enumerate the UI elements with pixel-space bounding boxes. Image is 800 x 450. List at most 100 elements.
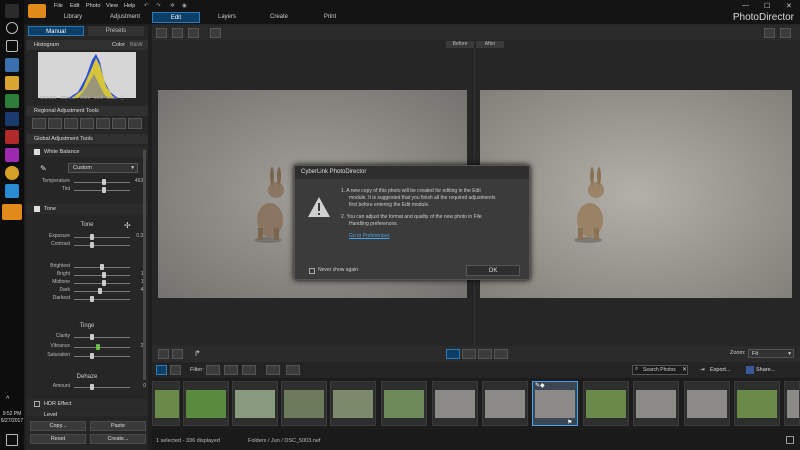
filmstrip-view-icon[interactable] xyxy=(156,365,167,375)
account-icon[interactable]: ◉ xyxy=(182,3,187,9)
white-balance-checkbox[interactable] xyxy=(34,149,40,155)
close-icon[interactable]: ✕ xyxy=(786,2,792,10)
windows-start-icon[interactable] xyxy=(5,4,19,18)
tab-adjustment[interactable]: Adjustment xyxy=(100,12,150,23)
tone-header[interactable]: Tone xyxy=(26,204,148,214)
rotate-icon[interactable]: ↱ xyxy=(194,349,205,359)
tone-checkbox[interactable] xyxy=(34,206,40,212)
menu-view[interactable]: View xyxy=(106,3,118,9)
hdr-checkbox[interactable] xyxy=(34,401,40,407)
bright-slider[interactable]: Bright 11 xyxy=(26,271,148,279)
level-header[interactable]: Level xyxy=(26,410,148,416)
brightest-slider[interactable]: Brightest 0 xyxy=(26,263,148,271)
split-view-icon[interactable] xyxy=(188,28,199,38)
group-icon[interactable] xyxy=(286,365,300,375)
go-to-preferences-link[interactable]: Go to Preferences xyxy=(349,233,390,240)
toggle-mask-icon[interactable] xyxy=(462,349,476,359)
thumbnail-2[interactable] xyxy=(183,381,229,426)
exposure-handle[interactable] xyxy=(90,234,94,240)
saturation-slider[interactable]: Saturation 0 xyxy=(26,352,148,360)
sort-icon[interactable] xyxy=(266,365,280,375)
histogram-bw-option[interactable]: B&W xyxy=(130,40,143,50)
thumbnail-6[interactable] xyxy=(381,381,427,426)
toggle-compare-icon[interactable] xyxy=(446,349,460,359)
minimize-icon[interactable]: — xyxy=(742,2,749,9)
tab-edit[interactable]: Edit xyxy=(152,12,200,23)
menu-edit[interactable]: Edit xyxy=(70,3,79,9)
never-show-again-checkbox[interactable] xyxy=(309,268,315,274)
darkest-slider[interactable]: Darkest 0 xyxy=(26,295,148,303)
clear-search-icon[interactable]: ✕ xyxy=(682,366,687,373)
zoom-icon[interactable] xyxy=(764,28,775,38)
search-photos-input[interactable]: Search Photos xyxy=(632,365,688,375)
thumbnail-14[interactable] xyxy=(784,381,800,426)
menu-help[interactable]: Help xyxy=(124,3,135,9)
create-preset-button[interactable]: Create... xyxy=(90,434,146,444)
bright-handle[interactable] xyxy=(102,272,106,278)
file-explorer-icon[interactable] xyxy=(5,76,19,90)
panel-scrollbar[interactable] xyxy=(143,150,146,380)
dehaze-amount-handle[interactable] xyxy=(90,384,94,390)
clarity-handle[interactable] xyxy=(90,334,94,340)
square-tool-icon[interactable] xyxy=(112,118,126,129)
tab-print[interactable]: Print xyxy=(306,12,354,23)
thumbnail-4[interactable] xyxy=(281,381,327,426)
white-balance-header[interactable]: White Balance xyxy=(26,147,148,157)
global-tools-header[interactable]: Global Adjustment Tools xyxy=(26,134,148,144)
darkest-handle[interactable] xyxy=(90,296,94,302)
midtone-handle[interactable] xyxy=(102,280,106,286)
gradient-tool-icon[interactable] xyxy=(96,118,110,129)
color-filter-icon[interactable] xyxy=(242,365,256,375)
redo-icon[interactable]: ↷ xyxy=(156,3,161,9)
fullscreen-icon[interactable] xyxy=(786,436,794,444)
temperature-slider[interactable]: Temperature 4632 xyxy=(26,178,148,186)
radial-tool-icon[interactable] xyxy=(128,118,142,129)
thumbnail-selected[interactable]: ✎◆ ⚑ xyxy=(532,381,578,426)
eyedropper-icon[interactable]: ✎ xyxy=(40,164,47,173)
list-view-icon[interactable] xyxy=(170,365,181,375)
dehaze-amount-value[interactable]: 0 xyxy=(132,383,146,389)
toggle-clipping-icon[interactable] xyxy=(478,349,492,359)
dark-handle[interactable] xyxy=(98,288,102,294)
dark-slider[interactable]: Dark 41 xyxy=(26,287,148,295)
toggle-overlay-icon[interactable] xyxy=(494,349,508,359)
ok-button[interactable]: OK xyxy=(466,265,520,276)
edge-icon[interactable] xyxy=(5,58,19,72)
thumbnail-12[interactable] xyxy=(684,381,730,426)
never-show-again-label[interactable]: Never show again xyxy=(318,267,358,274)
red-eye-icon[interactable] xyxy=(64,118,78,129)
taskbar-clock[interactable]: 9:52 PM 6/27/2017 xyxy=(0,411,24,425)
tab-layers[interactable]: Layers xyxy=(202,12,252,23)
undo-icon[interactable]: ↶ xyxy=(144,3,149,9)
saturation-handle[interactable] xyxy=(90,353,94,359)
dehaze-amount-slider[interactable]: Amount 0 xyxy=(26,383,148,391)
single-view-icon[interactable] xyxy=(156,28,167,38)
clarity-slider[interactable]: Clarity 0 xyxy=(26,333,148,341)
temperature-handle[interactable] xyxy=(102,179,106,185)
info-icon[interactable]: ⓘ xyxy=(120,95,125,100)
notifications-icon[interactable] xyxy=(6,434,18,446)
photodirector-taskbar-icon[interactable] xyxy=(2,204,22,220)
hdr-effect-header[interactable]: HDR Effect xyxy=(26,399,148,409)
histogram-color-option[interactable]: Color xyxy=(112,40,125,50)
check-app-icon[interactable] xyxy=(5,184,19,198)
crop-tool-icon[interactable] xyxy=(32,118,46,129)
chrome-icon[interactable] xyxy=(5,166,19,180)
vibrance-handle[interactable] xyxy=(96,344,100,350)
exposure-slider[interactable]: Exposure 0.35 xyxy=(26,233,148,241)
targeted-adjustment-icon[interactable]: ✢ xyxy=(124,221,131,230)
white-balance-preset-select[interactable]: Custom ▾ xyxy=(68,163,138,173)
tab-create[interactable]: Create xyxy=(254,12,304,23)
thumbnail-1[interactable] xyxy=(152,381,180,426)
photoshop-icon[interactable] xyxy=(5,112,19,126)
zoom-select[interactable]: Fit ▾ xyxy=(748,349,794,358)
brightest-handle[interactable] xyxy=(100,264,104,270)
maximize-icon[interactable]: ☐ xyxy=(764,2,770,10)
reset-button[interactable]: Reset xyxy=(30,434,86,444)
thumbnail-11[interactable] xyxy=(633,381,679,426)
grid-view-icon[interactable] xyxy=(210,28,221,38)
compare-view-icon[interactable] xyxy=(172,28,183,38)
tab-library[interactable]: Library xyxy=(48,12,98,23)
store-icon[interactable] xyxy=(5,94,19,108)
fit-view-icon[interactable] xyxy=(158,349,169,359)
